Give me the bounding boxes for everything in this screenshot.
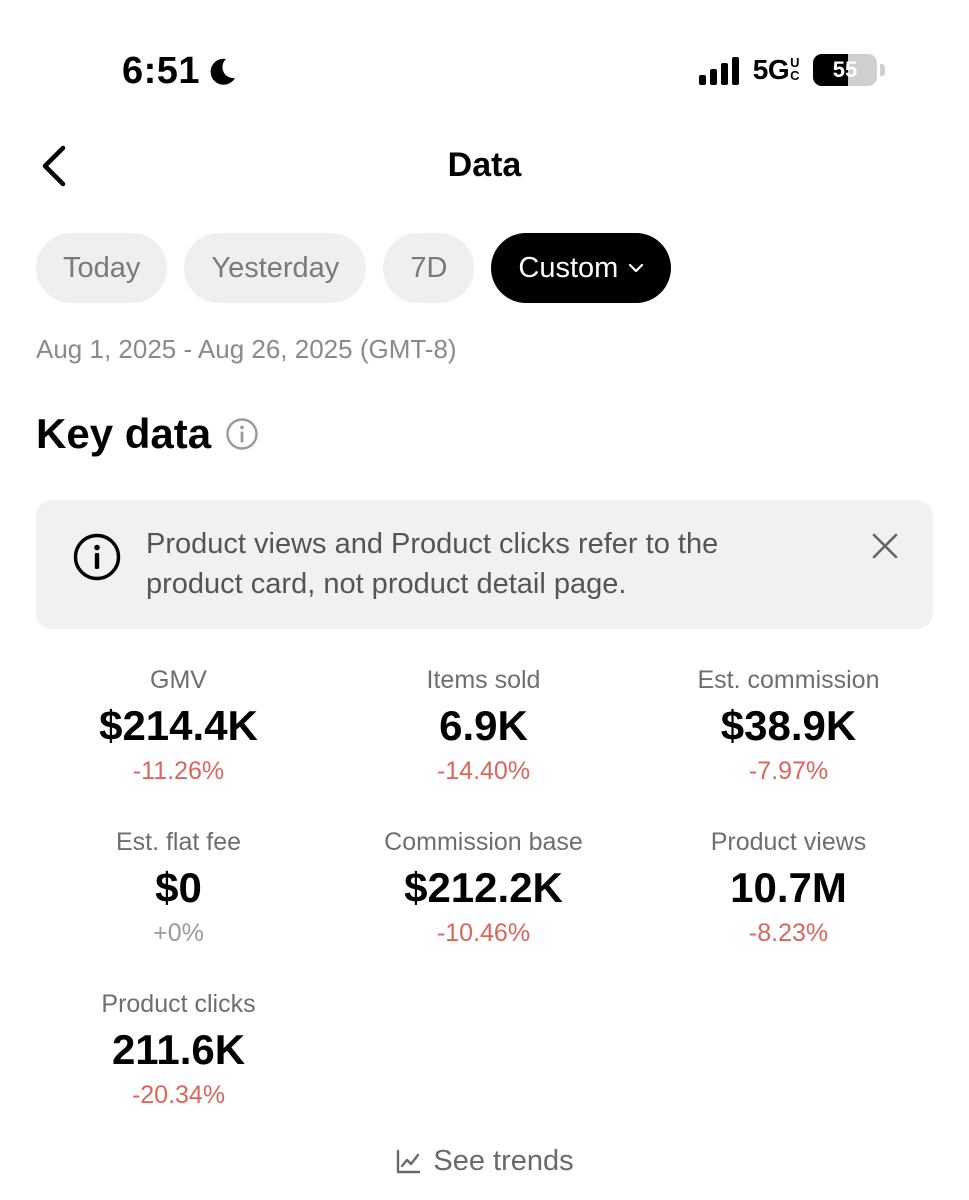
metric-value: $0	[155, 864, 202, 911]
close-icon[interactable]	[869, 530, 901, 562]
metric-label: GMV	[150, 666, 207, 694]
tab-today[interactable]: Today	[36, 233, 168, 303]
clock-text: 6:51	[122, 50, 201, 92]
banner-line-2: product card, not product detail page.	[146, 568, 627, 600]
section-title-text: Key data	[36, 410, 212, 457]
metric-value: 211.6K	[111, 1026, 246, 1073]
metric-delta: -10.46%	[436, 919, 531, 947]
metric-delta: -14.40%	[436, 757, 531, 785]
cellular-signal-icon	[698, 55, 739, 85]
battery-tip	[880, 64, 885, 76]
metric-label: Items sold	[426, 666, 541, 694]
metric-value: $214.4K	[99, 702, 258, 749]
status-indicators: 5G U C 55	[698, 54, 885, 86]
battery-icon: 55	[813, 54, 877, 86]
tab-yesterday-label: Yesterday	[211, 251, 340, 284]
tab-custom-label: Custom	[518, 251, 619, 284]
info-banner: Product views and Product clicks refer t…	[36, 500, 933, 629]
metric-product-clicks[interactable]: Product clicks 211.6K -20.34%	[26, 988, 331, 1112]
page-title: Data	[447, 146, 522, 184]
network-badge-bottom: C	[790, 68, 799, 83]
status-bar: 6:51 5G U C 55	[0, 0, 969, 140]
date-filter-tabs: Today Yesterday 7D Custom	[36, 233, 672, 303]
trend-chart-icon	[397, 1149, 421, 1173]
see-trends-button[interactable]: See trends	[0, 1145, 969, 1178]
metric-value: $38.9K	[720, 702, 857, 749]
moon-icon	[210, 58, 236, 85]
chevron-down-icon	[629, 263, 644, 273]
metric-commission-base[interactable]: Commission base $212.2K -10.46%	[331, 826, 636, 950]
battery-percent: 55	[832, 57, 858, 82]
see-trends-label: See trends	[433, 1145, 574, 1177]
metric-delta: -20.34%	[131, 1081, 226, 1109]
banner-message: Product views and Product clicks refer t…	[146, 524, 826, 604]
metric-est-flat-fee[interactable]: Est. flat fee $0 +0%	[26, 826, 331, 950]
metric-delta: -7.97%	[748, 757, 829, 785]
metric-delta: +0%	[153, 919, 204, 947]
metric-label: Product clicks	[101, 990, 256, 1018]
metric-label: Product views	[710, 828, 867, 856]
metric-value: 6.9K	[439, 702, 528, 749]
metric-gmv[interactable]: GMV $214.4K -11.26%	[26, 664, 331, 788]
metric-label: Est. flat fee	[115, 828, 242, 856]
metric-value: 10.7M	[730, 864, 847, 911]
metric-items-sold[interactable]: Items sold 6.9K -14.40%	[331, 664, 636, 788]
banner-line-1: Product views and Product clicks refer t…	[146, 528, 719, 560]
metric-est-commission[interactable]: Est. commission $38.9K -7.97%	[636, 664, 941, 788]
metric-label: Est. commission	[697, 666, 880, 694]
tab-yesterday[interactable]: Yesterday	[184, 233, 367, 303]
network-label: 5G	[752, 54, 790, 85]
metric-product-views[interactable]: Product views 10.7M -8.23%	[636, 826, 941, 950]
status-time: 6:51	[122, 50, 238, 93]
metric-delta: -8.23%	[748, 919, 829, 947]
tab-7d[interactable]: 7D	[383, 233, 475, 303]
network-type: 5G U C	[752, 54, 800, 86]
date-range-text: Aug 1, 2025 - Aug 26, 2025 (GMT-8)	[36, 334, 457, 364]
info-circle-icon	[73, 533, 121, 581]
section-title: Key data	[36, 410, 259, 458]
metrics-grid: GMV $214.4K -11.26% Items sold 6.9K -14.…	[26, 664, 943, 1112]
metric-label: Commission base	[384, 828, 583, 856]
tab-7d-label: 7D	[410, 251, 448, 284]
info-icon[interactable]	[225, 417, 259, 451]
tab-custom[interactable]: Custom	[491, 233, 672, 303]
network-badge: U C	[790, 56, 799, 82]
tab-today-label: Today	[63, 251, 141, 284]
metric-delta: -11.26%	[132, 757, 225, 785]
metric-value: $212.2K	[404, 864, 563, 911]
